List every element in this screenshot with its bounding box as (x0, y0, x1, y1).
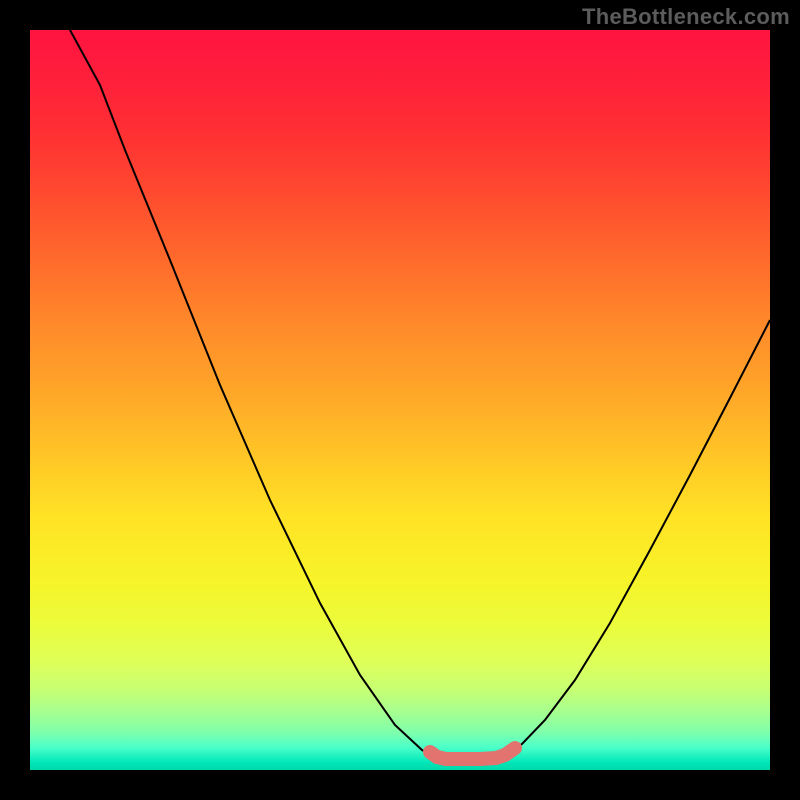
highlight-segment (430, 748, 515, 759)
bottleneck-curve (70, 30, 770, 759)
plot-area (30, 30, 770, 770)
curve-layer (30, 30, 770, 770)
chart-frame: TheBottleneck.com (0, 0, 800, 800)
watermark-text: TheBottleneck.com (582, 4, 790, 30)
